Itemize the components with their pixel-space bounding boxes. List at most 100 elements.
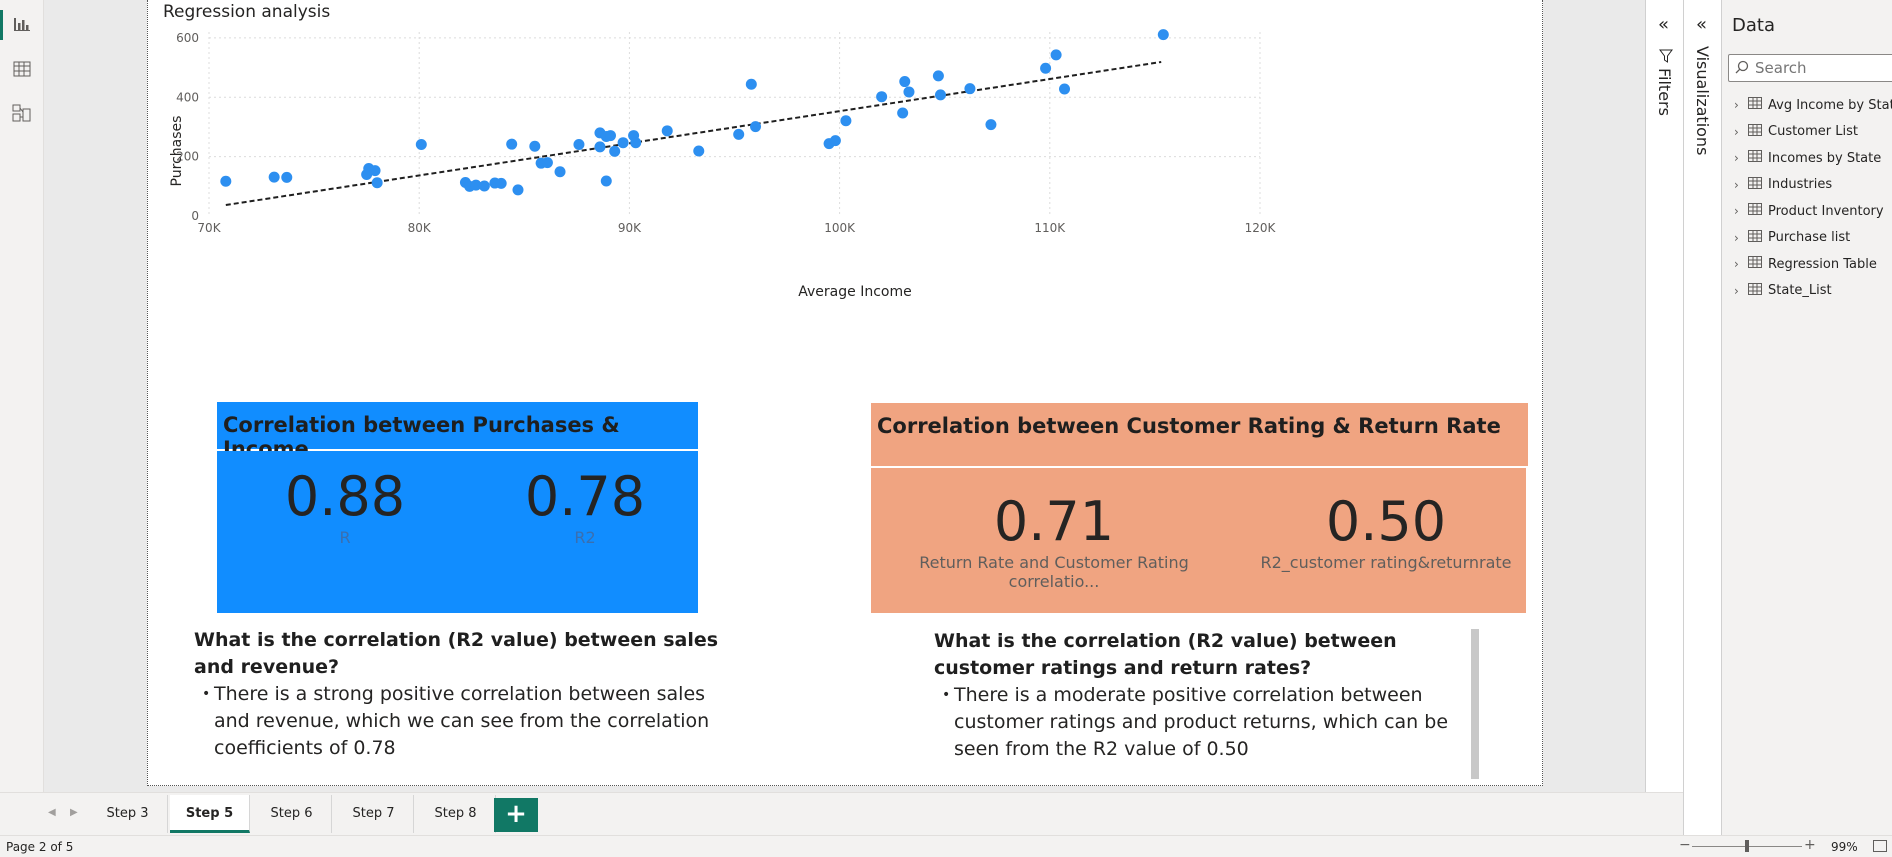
scatter-point[interactable]	[506, 138, 518, 150]
scatter-point[interactable]	[529, 140, 541, 152]
scatter-chart-title: Regression analysis	[163, 2, 331, 22]
qa-left-textbox[interactable]: What is the correlation (R2 value) betwe…	[194, 627, 734, 762]
chevron-right-icon[interactable]: ›	[1734, 151, 1746, 165]
chevron-right-icon[interactable]: ›	[1734, 231, 1746, 245]
fit-to-page-icon[interactable]	[1873, 840, 1887, 852]
scatter-point[interactable]	[934, 89, 946, 101]
x-tick-label: 110K	[1034, 221, 1066, 235]
kpi-return-rating-corr-label: Return Rate and Customer Rating correlat…	[919, 553, 1189, 591]
kpi-return-rating-corr[interactable]: 0.71 Return Rate and Customer Rating cor…	[879, 490, 1229, 591]
expand-visualizations-icon[interactable]: «	[1696, 14, 1707, 35]
scatter-point[interactable]	[840, 115, 852, 127]
data-table-item[interactable]: › Purchase list	[1734, 226, 1850, 250]
scatter-point[interactable]	[964, 83, 976, 95]
zoom-slider-thumb[interactable]	[1745, 840, 1749, 852]
tab-step-3[interactable]: Step 3	[88, 795, 168, 833]
chevron-right-icon[interactable]: ›	[1734, 178, 1746, 192]
scatter-point[interactable]	[876, 91, 888, 103]
scatter-point[interactable]	[495, 177, 507, 189]
data-table-item[interactable]: › Product Inventory	[1734, 199, 1884, 223]
scatter-point[interactable]	[733, 128, 745, 140]
textbox-scrollbar[interactable]	[1471, 629, 1479, 779]
kpi-r2[interactable]: 0.78 R2	[505, 465, 665, 547]
data-table-item[interactable]: › Customer List	[1734, 120, 1858, 144]
scatter-point[interactable]	[604, 130, 616, 142]
scatter-point[interactable]	[617, 137, 629, 149]
scatter-point[interactable]	[268, 171, 280, 183]
chevron-right-icon[interactable]: ›	[1734, 257, 1746, 271]
scatter-point[interactable]	[594, 141, 606, 153]
scatter-point[interactable]	[600, 175, 612, 187]
scatter-point[interactable]	[661, 125, 673, 137]
data-table-item[interactable]: › Industries	[1734, 173, 1832, 197]
zoom-in-icon[interactable]: +	[1804, 837, 1816, 853]
scatter-point[interactable]	[369, 165, 381, 177]
data-search-input[interactable]	[1755, 58, 1890, 78]
scatter-point[interactable]	[371, 177, 383, 189]
visualizations-pane-collapsed[interactable]: « Visualizations	[1683, 0, 1721, 857]
scatter-point[interactable]	[1059, 83, 1071, 95]
rating-return-card[interactable]: 0.71 Return Rate and Customer Rating cor…	[871, 468, 1526, 613]
chevron-right-icon[interactable]: ›	[1734, 284, 1746, 298]
data-table-item[interactable]: › Incomes by State	[1734, 146, 1881, 170]
kpi-r2-rating-return-label: R2_customer rating&returnrate	[1260, 553, 1512, 572]
tab-step-8[interactable]: Step 8	[416, 795, 496, 833]
chevron-right-icon[interactable]: ›	[1734, 125, 1746, 139]
zoom-out-icon[interactable]: −	[1679, 837, 1691, 853]
scatter-point[interactable]	[281, 171, 293, 183]
kpi-r2-rating-return[interactable]: 0.50 R2_customer rating&returnrate	[1251, 490, 1521, 572]
table-icon	[1748, 123, 1762, 140]
scatter-point[interactable]	[512, 184, 524, 196]
qa-right-question: What is the correlation (R2 value) betwe…	[934, 630, 1397, 679]
scatter-point[interactable]	[745, 78, 757, 90]
scatter-point[interactable]	[415, 138, 427, 150]
scatter-point[interactable]	[750, 121, 762, 133]
report-view-icon[interactable]	[10, 12, 34, 36]
scatter-point[interactable]	[693, 145, 705, 157]
kpi-r[interactable]: 0.88 R	[265, 465, 425, 547]
table-view-icon[interactable]	[10, 57, 34, 81]
scatter-point[interactable]	[1157, 29, 1169, 41]
tab-step-6[interactable]: Step 6	[252, 795, 332, 833]
kpi-r2-label: R2	[574, 528, 596, 547]
data-table-item[interactable]: › State_List	[1734, 279, 1832, 303]
scatter-point[interactable]	[609, 145, 621, 157]
scatter-point[interactable]	[478, 180, 490, 192]
data-table-item[interactable]: › Regression Table	[1734, 252, 1877, 276]
zoom-value: 99%	[1831, 840, 1858, 854]
page-tabs-bar: ◀ ▶ Step 3 Step 5 Step 6 Step 7 Step 8 +	[0, 792, 1683, 835]
scatter-point[interactable]	[573, 138, 585, 150]
tab-step-7[interactable]: Step 7	[334, 795, 414, 833]
scatter-point[interactable]	[903, 86, 915, 98]
kpi-return-rating-corr-value: 0.71	[993, 490, 1115, 553]
prev-page-arrow-icon[interactable]: ◀	[48, 807, 56, 818]
scatter-point[interactable]	[541, 157, 553, 169]
expand-filters-icon[interactable]: «	[1658, 14, 1669, 35]
data-search-box[interactable]	[1728, 54, 1892, 82]
next-page-arrow-icon[interactable]: ▶	[70, 807, 78, 818]
scatter-point[interactable]	[829, 135, 841, 147]
scatter-point[interactable]	[220, 175, 232, 187]
chevron-right-icon[interactable]: ›	[1734, 204, 1746, 218]
data-table-name: Avg Income by State	[1768, 97, 1892, 113]
regression-scatter-chart[interactable]: 020040060070K 80K 90K 100K 110K 120K Purchase…	[148, 20, 1538, 320]
scatter-point[interactable]	[1050, 49, 1062, 61]
scatter-point[interactable]	[897, 107, 909, 119]
scatter-point[interactable]	[899, 76, 911, 88]
scatter-point[interactable]	[932, 70, 944, 82]
scatter-point[interactable]	[985, 119, 997, 131]
qa-right-answer: There is a moderate positive correlation…	[954, 684, 1449, 760]
purchases-income-card[interactable]: 0.88 R 0.78 R2	[217, 451, 698, 613]
scatter-point[interactable]	[630, 137, 642, 149]
qa-right-textbox[interactable]: What is the correlation (R2 value) betwe…	[934, 628, 1464, 763]
filters-pane-collapsed[interactable]: « Filters	[1645, 0, 1683, 792]
chevron-right-icon[interactable]: ›	[1734, 98, 1746, 112]
data-table-item[interactable]: › Avg Income by State	[1734, 93, 1892, 117]
qa-left-question: What is the correlation (R2 value) betwe…	[194, 629, 719, 678]
scatter-point[interactable]	[1040, 62, 1052, 74]
scatter-point[interactable]	[554, 166, 566, 178]
model-view-icon[interactable]	[10, 101, 34, 125]
kpi-r-label: R	[339, 528, 351, 547]
tab-step-5[interactable]: Step 5	[170, 795, 250, 833]
add-page-button[interactable]: +	[494, 798, 538, 832]
